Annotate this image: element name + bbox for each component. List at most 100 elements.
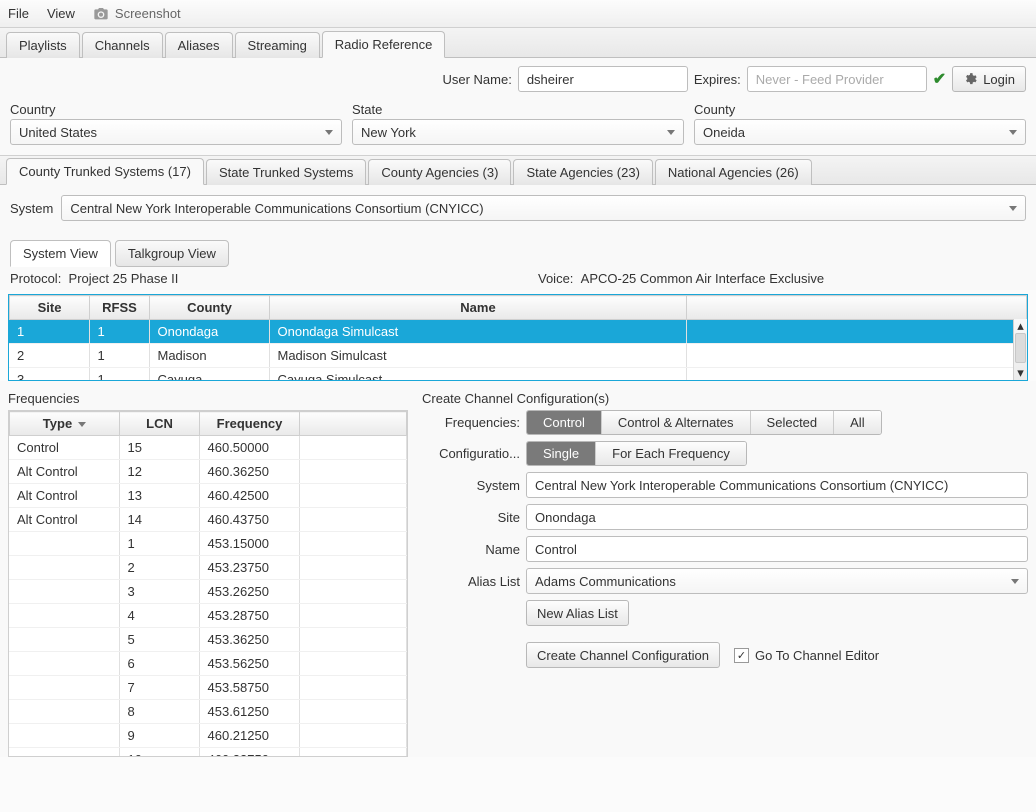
table-row[interactable]: Control15460.50000 [9, 436, 407, 460]
table-row[interactable]: 4453.28750 [9, 604, 407, 628]
col-site[interactable]: Site [10, 296, 90, 320]
table-row[interactable]: Alt Control14460.43750 [9, 508, 407, 532]
col-frequency[interactable]: Frequency [200, 412, 300, 436]
state-label: State [352, 102, 684, 117]
name-input[interactable] [526, 536, 1028, 562]
tab-national-agencies[interactable]: National Agencies (26) [655, 159, 812, 185]
country-combo[interactable]: United States [10, 119, 342, 145]
cell-lcn: 5 [119, 628, 199, 652]
cell-type [9, 604, 119, 628]
tab-talkgroup-view[interactable]: Talkgroup View [115, 240, 229, 267]
cell-rfss: 1 [89, 320, 149, 344]
menu-bar: File View Screenshot [0, 0, 1036, 28]
tab-county-trunked[interactable]: County Trunked Systems (17) [6, 158, 204, 185]
table-row[interactable]: 5453.36250 [9, 628, 407, 652]
alias-list-combo[interactable]: Adams Communications [526, 568, 1028, 594]
login-button[interactable]: Login [952, 66, 1026, 92]
table-row[interactable]: 2453.23750 [9, 556, 407, 580]
table-row[interactable]: 3453.26250 [9, 580, 407, 604]
col-rfss[interactable]: RFSS [90, 296, 150, 320]
tab-playlists[interactable]: Playlists [6, 32, 80, 58]
table-row[interactable]: Alt Control12460.36250 [9, 460, 407, 484]
cell-county: Cayuga [149, 368, 269, 381]
seg-single[interactable]: Single [527, 442, 596, 465]
system-input[interactable] [526, 472, 1028, 498]
protocol-label: Protocol: [10, 271, 61, 286]
cell-freq: 453.36250 [199, 628, 299, 652]
col-freq-empty [300, 412, 407, 436]
system-label: System [10, 201, 53, 216]
site-input[interactable] [526, 504, 1028, 530]
table-row[interactable]: Alt Control13460.42500 [9, 484, 407, 508]
table-row[interactable]: 8453.61250 [9, 700, 407, 724]
frequencies-toggle: Control Control & Alternates Selected Al… [526, 410, 882, 435]
table-row[interactable]: 11OnondagaOnondaga Simulcast [9, 320, 1027, 344]
cell-freq: 453.26250 [199, 580, 299, 604]
user-name-input[interactable] [518, 66, 688, 92]
menu-view[interactable]: View [47, 6, 75, 21]
frequencies-title: Frequencies [8, 391, 408, 406]
location-row: Country United States State New York Cou… [0, 98, 1036, 155]
goto-channel-editor-label: Go To Channel Editor [755, 648, 879, 663]
site-grid[interactable]: Site RFSS County Name [9, 295, 1027, 320]
frequencies-grid-body[interactable]: Control15460.50000Alt Control12460.36250… [9, 436, 407, 756]
tab-system-view[interactable]: System View [10, 240, 111, 267]
seg-for-each[interactable]: For Each Frequency [596, 442, 746, 465]
seg-control[interactable]: Control [527, 411, 602, 434]
cell-lcn: 12 [119, 460, 199, 484]
tab-channels[interactable]: Channels [82, 32, 163, 58]
col-lcn[interactable]: LCN [120, 412, 200, 436]
scroll-thumb[interactable] [1015, 333, 1026, 363]
cell-lcn: 4 [119, 604, 199, 628]
table-row[interactable]: 21MadisonMadison Simulcast [9, 344, 1027, 368]
tab-streaming[interactable]: Streaming [235, 32, 320, 58]
cell-lcn: 1 [119, 532, 199, 556]
table-row[interactable]: 1453.15000 [9, 532, 407, 556]
tab-county-agencies[interactable]: County Agencies (3) [368, 159, 511, 185]
county-combo[interactable]: Oneida [694, 119, 1026, 145]
main-tabs: Playlists Channels Aliases Streaming Rad… [0, 28, 1036, 58]
cell-freq: 460.23750 [199, 748, 299, 757]
table-row[interactable]: 9460.21250 [9, 724, 407, 748]
gear-icon [963, 72, 977, 86]
cell-type: Control [9, 436, 119, 460]
tab-state-trunked[interactable]: State Trunked Systems [206, 159, 366, 185]
camera-icon [93, 6, 109, 22]
table-row[interactable]: 10460.23750 [9, 748, 407, 757]
table-row[interactable]: 6453.56250 [9, 652, 407, 676]
expires-input [747, 66, 927, 92]
lower-pane: Frequencies Type LCN Frequency Control15… [0, 381, 1036, 757]
tab-aliases[interactable]: Aliases [165, 32, 233, 58]
chevron-down-icon [667, 130, 675, 135]
cell-site: 3 [9, 368, 89, 381]
system-row: System Central New York Interoperable Co… [0, 185, 1036, 233]
seg-all[interactable]: All [834, 411, 880, 434]
tab-radio-reference[interactable]: Radio Reference [322, 31, 446, 58]
scroll-up-icon[interactable]: ▴ [1014, 319, 1027, 333]
menu-file[interactable]: File [8, 6, 29, 21]
menu-screenshot[interactable]: Screenshot [93, 6, 181, 22]
cell-lcn: 7 [119, 676, 199, 700]
country-value: United States [19, 125, 97, 140]
table-row[interactable]: 7453.58750 [9, 676, 407, 700]
table-row[interactable]: 31CayugaCayuga Simulcast [9, 368, 1027, 381]
system-combo[interactable]: Central New York Interoperable Communica… [61, 195, 1026, 221]
cell-type: Alt Control [9, 508, 119, 532]
cell-type [9, 532, 119, 556]
goto-channel-editor-checkbox[interactable]: ✓ Go To Channel Editor [734, 648, 879, 663]
seg-control-alt[interactable]: Control & Alternates [602, 411, 751, 434]
col-name[interactable]: Name [270, 296, 687, 320]
cell-lcn: 14 [119, 508, 199, 532]
col-type[interactable]: Type [10, 412, 120, 436]
state-combo[interactable]: New York [352, 119, 684, 145]
create-channel-config-button[interactable]: Create Channel Configuration [526, 642, 720, 668]
menu-screenshot-label: Screenshot [115, 6, 181, 21]
site-grid-body[interactable]: 11OnondagaOnondaga Simulcast21MadisonMad… [9, 320, 1027, 380]
site-scrollbar[interactable]: ▴ ▾ [1013, 319, 1027, 380]
seg-selected[interactable]: Selected [751, 411, 835, 434]
tab-state-agencies[interactable]: State Agencies (23) [513, 159, 652, 185]
col-county[interactable]: County [150, 296, 270, 320]
site-field-label: Site [422, 510, 520, 525]
new-alias-list-button[interactable]: New Alias List [526, 600, 629, 626]
scroll-down-icon[interactable]: ▾ [1014, 366, 1027, 380]
